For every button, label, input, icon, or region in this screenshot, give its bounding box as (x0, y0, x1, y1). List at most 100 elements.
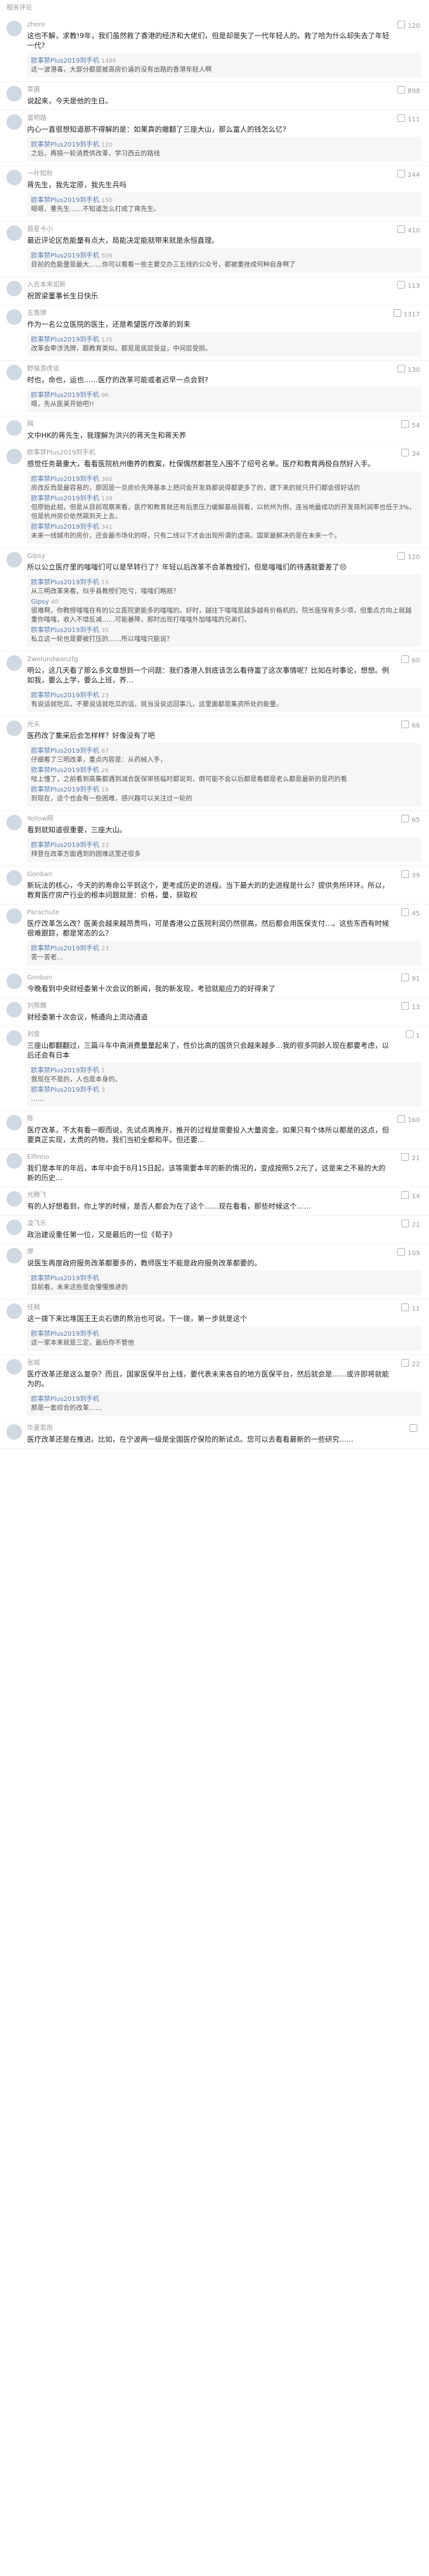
like-button[interactable]: 13 (401, 1002, 420, 1012)
like-button[interactable]: 14 (401, 1191, 420, 1201)
reply-username[interactable]: Gipsy (31, 598, 49, 606)
comment-username[interactable]: 网 (27, 420, 421, 429)
reply-username[interactable]: 欧事禁Plus2019到手机 (31, 579, 99, 586)
like-button[interactable]: 22 (401, 1359, 420, 1369)
like-button[interactable]: 244 (397, 170, 420, 180)
comment-username[interactable]: 华夏若雨 (27, 1424, 421, 1433)
comment-username[interactable]: 任贼 (27, 1303, 421, 1313)
like-button[interactable]: 1 (405, 1030, 420, 1041)
like-button[interactable]: 160 (397, 1115, 420, 1125)
like-button[interactable]: 60 (401, 655, 420, 666)
comment-username[interactable]: Yellow网 (27, 815, 421, 824)
like-button[interactable]: 21 (401, 1153, 420, 1163)
avatar[interactable] (6, 281, 22, 296)
avatar[interactable] (6, 21, 22, 36)
avatar[interactable] (6, 309, 22, 325)
avatar[interactable] (6, 1424, 22, 1440)
comment-username[interactable]: 五角牌 (27, 309, 421, 318)
reply-username[interactable]: 欧事禁Plus2019到手机 (31, 57, 99, 65)
avatar[interactable] (6, 365, 22, 380)
reply-username[interactable]: 欧事禁Plus2019到手机 (31, 842, 99, 849)
like-button[interactable]: 45 (401, 908, 420, 919)
reply-username[interactable]: 欧事禁Plus2019到手机 (31, 945, 99, 952)
avatar[interactable] (6, 449, 22, 464)
avatar[interactable] (6, 721, 22, 736)
reply-username[interactable]: 欧事禁Plus2019到手机 (31, 1331, 99, 1338)
reply-username[interactable]: 欧事禁Plus2019到手机 (31, 692, 99, 699)
reply-username[interactable]: 欧事禁Plus2019到手机 (31, 336, 99, 343)
comment-username[interactable]: 欧事禁Plus2019到手机 (27, 449, 421, 458)
avatar[interactable] (6, 815, 22, 830)
comment-username[interactable]: 张城 (27, 1359, 421, 1368)
reply-username[interactable]: 欧事禁Plus2019到手机 (31, 197, 99, 204)
like-button[interactable]: 54 (401, 420, 420, 431)
avatar[interactable] (6, 170, 22, 185)
like-button[interactable]: 410 (397, 225, 420, 236)
avatar[interactable] (6, 1030, 22, 1046)
comment-username[interactable]: 一叶知秋 (27, 170, 421, 179)
comment-username[interactable]: Gipsy (27, 552, 421, 561)
avatar[interactable] (6, 86, 22, 101)
reply-username[interactable]: 欧事禁Plus2019到手机 (31, 141, 99, 148)
comment-username[interactable]: 草菌 (27, 86, 421, 95)
like-button[interactable]: 120 (397, 21, 420, 31)
like-button[interactable]: 21 (401, 1220, 420, 1230)
like-button[interactable]: 39 (401, 870, 420, 881)
comment-username[interactable]: 凌飞乐 (27, 1220, 421, 1229)
reply-username[interactable]: 欧事禁Plus2019到手机 (31, 524, 99, 531)
avatar[interactable] (6, 1115, 22, 1130)
avatar[interactable] (6, 1220, 22, 1235)
like-button[interactable]: 34 (401, 449, 420, 459)
reply-username[interactable]: 欧事禁Plus2019到手机 (31, 767, 99, 774)
like-button[interactable]: 65 (401, 815, 420, 825)
comment-username[interactable]: 光头 (27, 721, 421, 730)
like-button[interactable]: 130 (397, 365, 420, 375)
reply-username[interactable]: 欧事禁Plus2019到手机 (31, 1275, 99, 1282)
avatar[interactable] (6, 1359, 22, 1375)
reply-username[interactable]: 欧事禁Plus2019到手机 (31, 1067, 99, 1074)
like-button[interactable]: 91 (401, 974, 420, 984)
reply-username[interactable]: 欧事禁Plus2019到手机 (31, 495, 99, 502)
comment-username[interactable]: 刘帮魏 (27, 1002, 421, 1011)
comment-username[interactable]: Zwelundwanzfg (27, 655, 421, 664)
reply-username[interactable]: 欧事禁Plus2019到手机 (31, 1396, 99, 1403)
like-button[interactable]: 120 (397, 552, 420, 562)
avatar[interactable] (6, 420, 22, 436)
reply-username[interactable]: 欧事禁Plus2019到手机 (31, 252, 99, 260)
like-button[interactable]: 66 (401, 721, 420, 731)
avatar[interactable] (6, 974, 22, 989)
comment-username[interactable]: 廖 (27, 1248, 421, 1257)
comment-username[interactable]: Parachute (27, 908, 421, 917)
comment-username[interactable]: zhero (27, 21, 421, 30)
avatar[interactable] (6, 114, 22, 130)
avatar[interactable] (6, 1248, 22, 1263)
like-button[interactable]: 1317 (393, 309, 420, 320)
comment-username[interactable]: 雷明路 (27, 114, 421, 123)
reply-username[interactable]: 欧事禁Plus2019到手机 (31, 476, 99, 483)
comment-username[interactable]: 孤星卡小 (27, 225, 421, 234)
comment-username[interactable]: 入去本来如新 (27, 281, 421, 290)
comment-username[interactable]: 野猫游虎谈 (27, 365, 421, 374)
like-button[interactable]: 109 (397, 1248, 420, 1258)
reply-username[interactable]: 欧事禁Plus2019到手机 (31, 786, 99, 793)
avatar[interactable] (6, 655, 22, 671)
avatar[interactable] (6, 908, 22, 924)
comment-username[interactable]: 刘俊 (27, 1030, 421, 1039)
reply-username[interactable]: 欧事禁Plus2019到手机 (31, 627, 99, 634)
avatar[interactable] (6, 1002, 22, 1017)
reply-username[interactable]: 欧事禁Plus2019到手机 (31, 1087, 99, 1094)
comment-username[interactable]: Elfinho (27, 1153, 421, 1162)
comment-username[interactable]: Gonban (27, 870, 421, 879)
like-button[interactable] (410, 1424, 420, 1435)
comment-username[interactable]: 光腾飞 (27, 1191, 421, 1200)
like-button[interactable]: 11 (401, 1303, 420, 1314)
avatar[interactable] (6, 225, 22, 241)
comment-username[interactable]: 陈 (27, 1115, 421, 1124)
like-button[interactable]: 113 (397, 281, 420, 291)
reply-username[interactable]: 欧事禁Plus2019到手机 (31, 392, 99, 399)
reply-username[interactable]: 欧事禁Plus2019到手机 (31, 748, 99, 755)
avatar[interactable] (6, 1303, 22, 1319)
avatar[interactable] (6, 552, 22, 567)
avatar[interactable] (6, 1191, 22, 1207)
comment-username[interactable]: Gonban (27, 974, 421, 983)
